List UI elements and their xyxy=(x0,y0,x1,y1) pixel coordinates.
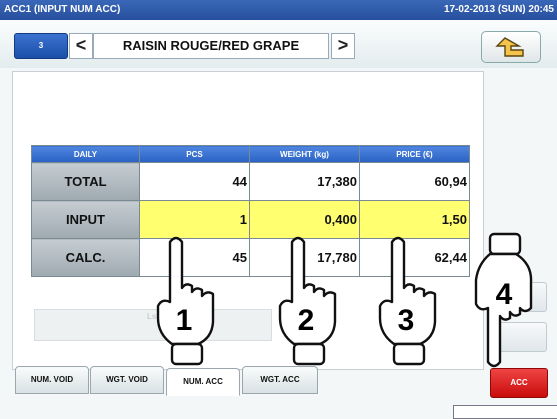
total-pcs: 44 xyxy=(139,162,250,201)
title-bar: ACC1 (INPUT NUM ACC) 17-02-2013 (SUN) 20… xyxy=(0,0,557,20)
total-weight: 17,380 xyxy=(249,162,360,201)
table-row: TOTAL 44 17,380 60,94 xyxy=(31,162,470,201)
pointing-hand-icon: 1 xyxy=(156,236,215,366)
item-name: RAISIN ROUGE/RED GRAPE xyxy=(93,33,329,59)
column-header: PCS xyxy=(139,145,250,163)
column-header: WEIGHT (kg) xyxy=(249,145,360,163)
window-title: ACC1 (INPUT NUM ACC) xyxy=(4,4,121,15)
pointing-hand-icon: 2 xyxy=(278,236,337,366)
step-number: 4 xyxy=(496,278,513,311)
total-price: 60,94 xyxy=(359,162,470,201)
row-label-calc: CALC. xyxy=(31,238,140,277)
column-header: PRICE (€) xyxy=(359,145,470,163)
tab-wgt-void[interactable]: WGT. VOID xyxy=(90,366,164,394)
pointing-hand-icon: 4 xyxy=(474,232,533,368)
next-item-button[interactable]: > xyxy=(331,33,355,59)
tab-wgt-acc[interactable]: WGT. ACC xyxy=(242,366,318,394)
back-button[interactable] xyxy=(481,31,541,63)
datetime: 17-02-2013 (SUN) 20:45 xyxy=(443,4,554,15)
step-number: 1 xyxy=(176,304,193,337)
item-number[interactable]: 3 xyxy=(14,33,68,59)
pointing-hand-icon: 3 xyxy=(378,236,437,366)
column-header: DAILY xyxy=(31,145,140,163)
tab-num-void[interactable]: NUM. VOID xyxy=(15,366,89,394)
row-label-total: TOTAL xyxy=(31,162,140,201)
return-arrow-icon xyxy=(495,37,524,57)
step-number: 3 xyxy=(398,304,415,337)
table-header-row: DAILY PCS WEIGHT (kg) PRICE (€) xyxy=(31,145,470,163)
prev-item-button[interactable]: < xyxy=(69,33,93,59)
row-label-input: INPUT xyxy=(31,200,140,239)
tab-num-acc[interactable]: NUM. ACC xyxy=(166,368,240,396)
step-number: 2 xyxy=(298,304,315,337)
